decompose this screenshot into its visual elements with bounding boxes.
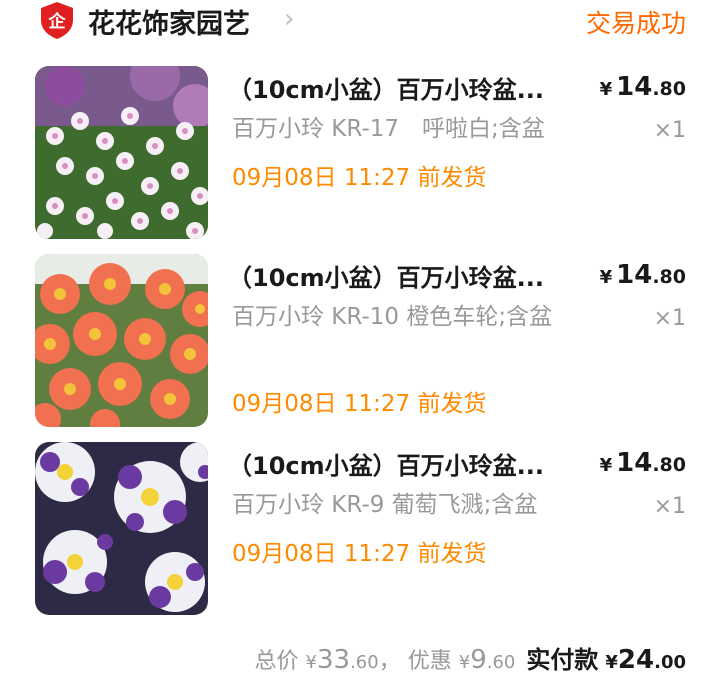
product-quantity: ×1 [653,118,686,143]
price-decimal: .80 [652,266,686,288]
product-title[interactable]: （10cm小盆）百万小玲盆... [228,70,544,105]
discount-decimal: .60 [486,652,516,673]
total-label: 总价 [254,649,299,674]
svg-text:企: 企 [48,11,67,32]
product-title[interactable]: （10cm小盆）百万小玲盆... [228,446,544,481]
discount-integer: 9 [470,645,487,675]
currency-symbol: ¥ [599,455,613,476]
total-decimal: .60 [350,652,379,673]
product-quantity: ×1 [653,306,686,331]
shop-badge-icon: 企 [41,2,73,39]
summary-separator: ， [378,649,401,674]
product-sku: 百万小玲 KR-17 呼啦白;含盆 [232,116,545,142]
shipping-deadline: 09月08日 11:27 前发货 [232,541,487,567]
chevron-right-icon[interactable]: › [284,4,294,34]
price-integer: 14 [616,72,653,102]
total-integer: 33 [316,645,351,675]
order-status: 交易成功 [585,9,686,38]
product-thumbnail-purple-splash-flowers[interactable] [35,442,208,615]
currency-symbol: ¥ [599,79,613,100]
product-quantity: ×1 [653,494,686,519]
product-price: ¥14.80 [600,72,686,102]
shop-name[interactable]: 花花饰家园艺 [88,2,250,41]
currency-symbol: ¥ [458,652,471,673]
product-sku: 百万小玲 KR-9 葡萄飞溅;含盆 [232,492,538,518]
discount-label: 优惠 [407,649,452,674]
price-decimal: .80 [652,78,686,100]
price-integer: 14 [616,260,653,290]
product-thumbnail-white-pink-flowers[interactable] [35,66,208,239]
shipping-deadline: 09月08日 11:27 前发货 [232,391,487,417]
currency-symbol: ¥ [599,267,613,288]
paid-decimal: .00 [654,652,686,673]
price-integer: 14 [616,448,653,478]
paid-integer: 24 [617,645,655,675]
price-decimal: .80 [652,454,686,476]
order-summary: 总价 ¥33.60， 优惠 ¥9.60 实付款 ¥24.00 [255,640,686,675]
product-price: ¥14.80 [600,448,686,478]
shop-header[interactable]: 企 花花饰家园艺 › 交易成功 [0,0,720,44]
paid-label: 实付款 [526,646,599,674]
shipping-deadline: 09月08日 11:27 前发货 [232,165,487,191]
currency-symbol: ¥ [605,652,618,673]
product-sku: 百万小玲 KR-10 橙色车轮;含盆 [232,304,553,330]
currency-symbol: ¥ [305,652,317,673]
product-price: ¥14.80 [600,260,686,290]
product-thumbnail-orange-flowers[interactable] [35,254,208,427]
product-title[interactable]: （10cm小盆）百万小玲盆... [228,258,544,293]
